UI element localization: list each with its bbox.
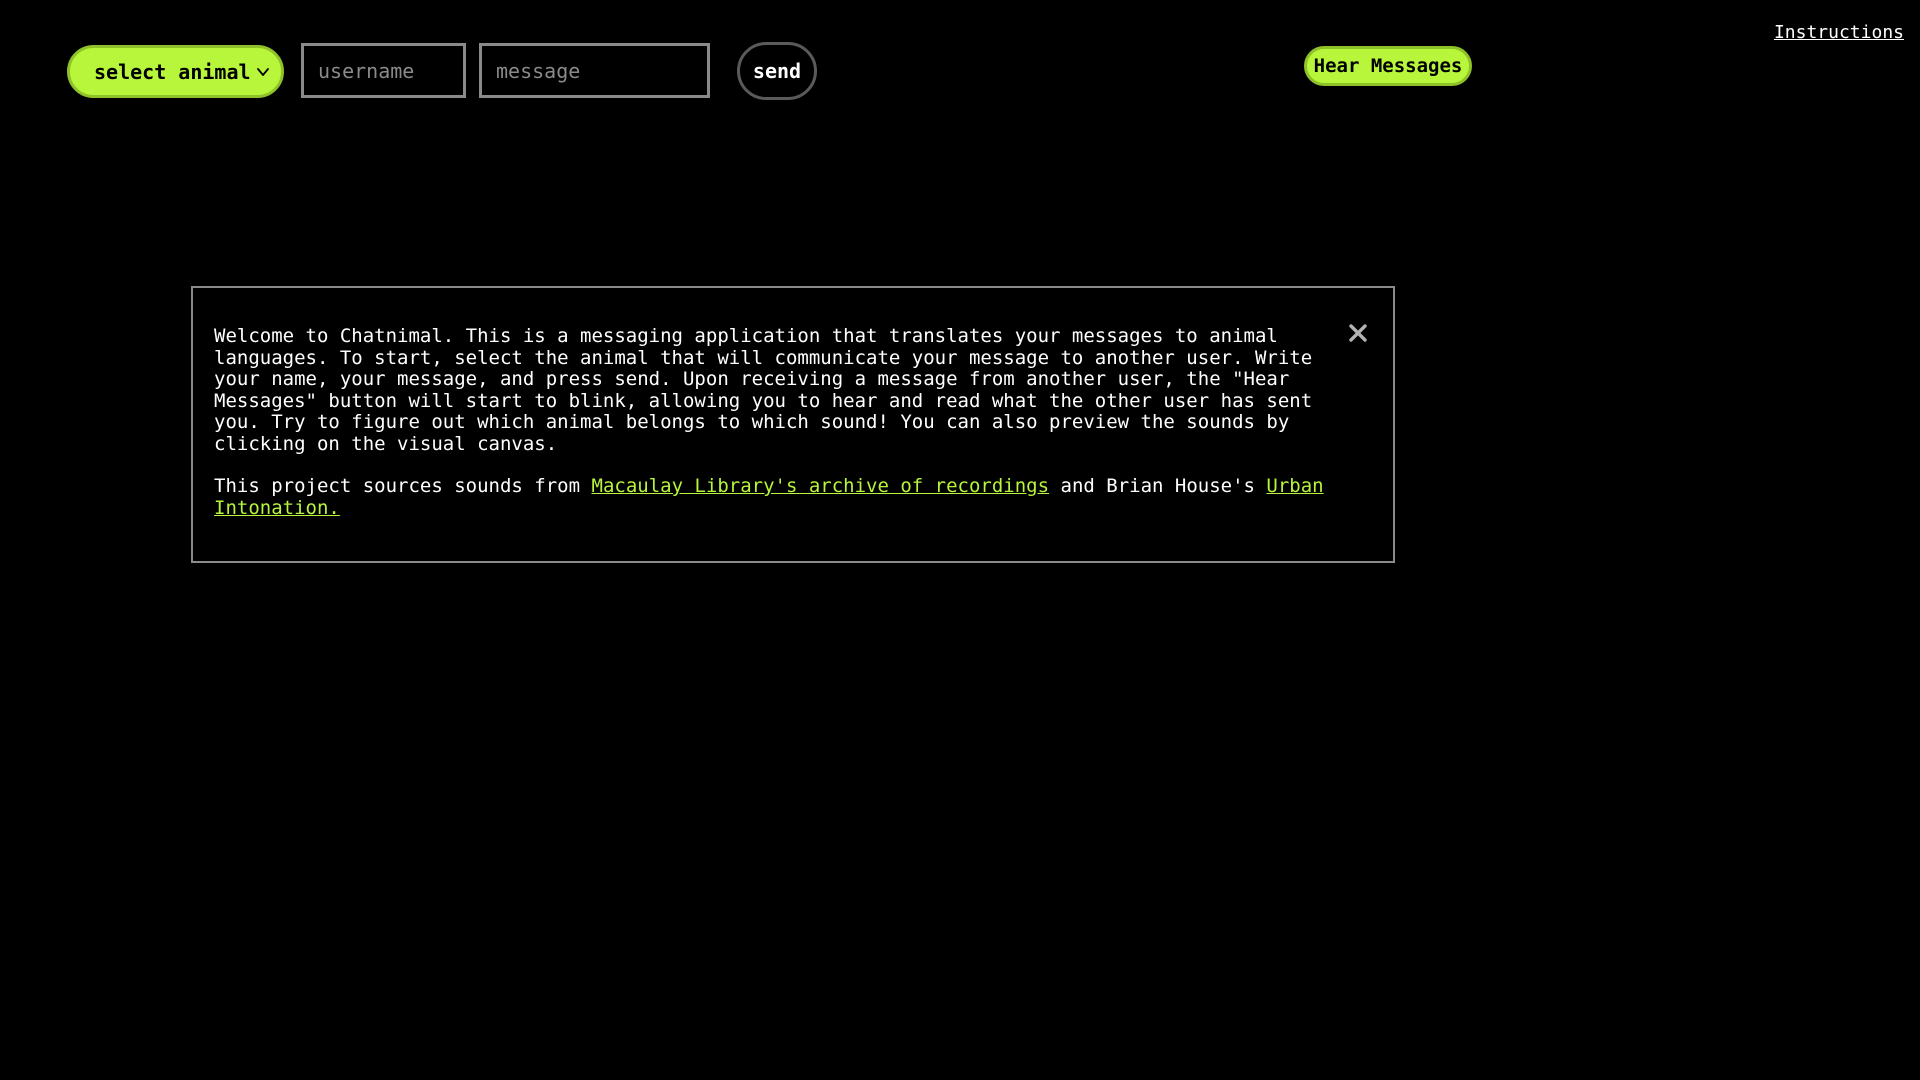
intro-text: Welcome to Chatnimal. This is a messagin… (214, 325, 1313, 455)
message-input[interactable] (479, 43, 710, 98)
sources-middle: and Brian House's (1049, 475, 1267, 497)
page: select animal send Hear Messages Instruc… (0, 0, 1920, 1080)
close-icon[interactable] (1347, 322, 1369, 344)
chevron-down-icon (257, 68, 269, 76)
instructions-link[interactable]: Instructions (1774, 22, 1904, 43)
animal-select[interactable]: select animal (67, 45, 284, 98)
username-input[interactable] (301, 43, 466, 98)
sources-text: This project sources sounds from Macaula… (214, 475, 1351, 519)
hear-messages-button[interactable]: Hear Messages (1304, 46, 1472, 86)
sources-prefix: This project sources sounds from (214, 475, 592, 497)
macaulay-library-link[interactable]: Macaulay Library's archive of recordings (592, 475, 1050, 497)
send-button[interactable]: send (737, 42, 817, 100)
animal-select-label: select animal (94, 59, 251, 84)
welcome-dialog: Welcome to Chatnimal. This is a messagin… (191, 286, 1395, 563)
